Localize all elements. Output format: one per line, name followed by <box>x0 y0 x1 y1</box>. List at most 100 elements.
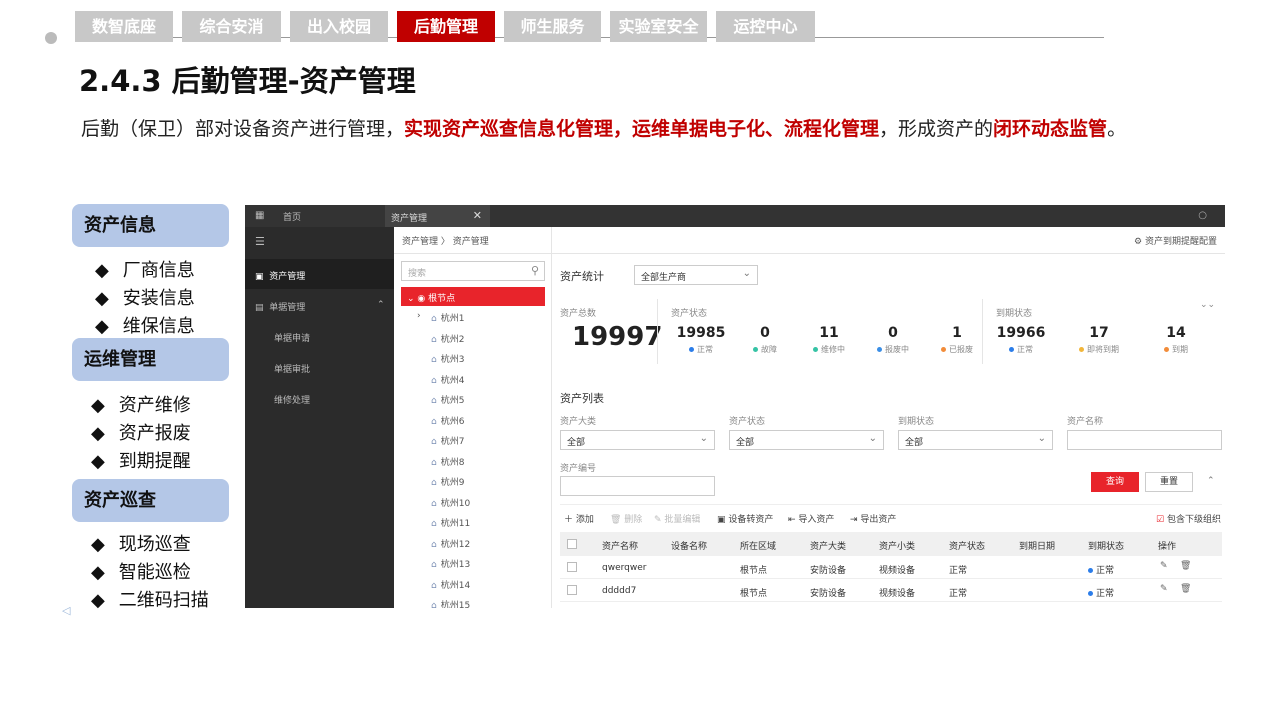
home-icon: ⌂ <box>431 375 437 386</box>
tree-node[interactable]: ⌂ 杭州15 <box>431 598 470 608</box>
tree-node[interactable]: ⌂ 杭州4 <box>431 373 464 386</box>
chevron-up-icon[interactable]: ⌃ <box>1207 476 1215 486</box>
column-header[interactable]: 资产名称 <box>602 539 638 552</box>
list-item: ◆ 维保信息 <box>95 312 195 338</box>
row-checkbox[interactable] <box>567 585 577 595</box>
expiry-config-link[interactable]: ⚙ 资产到期提醒配置 <box>1134 234 1217 247</box>
tab-shuzhi[interactable]: 数智底座 <box>75 11 173 42</box>
menu-icon[interactable]: ☰ <box>255 235 265 248</box>
tab-home[interactable]: 首页 <box>283 210 301 223</box>
table-cell: 根节点 <box>740 566 768 576</box>
asset-name-input[interactable] <box>1067 430 1222 450</box>
list-item: ◆ 安装信息 <box>95 284 195 310</box>
tool-label: 导出资产 <box>860 515 897 525</box>
category-select[interactable]: 全部 ⌄ <box>560 430 715 450</box>
tree-node[interactable]: ⌂ 杭州12 <box>431 537 470 550</box>
add-button[interactable]: ＋ 添加 <box>564 512 594 525</box>
stat-label-text: 故障 <box>761 345 777 354</box>
home-icon: ⌂ <box>431 519 437 529</box>
app-screenshot: ▦ 首页 资产管理 ✕ ○ ☰ ▣ 资产管理 ▤ 单据管理 ⌃ 单据申请 单据审批 … <box>245 205 1225 608</box>
sidebar-item-docs[interactable]: ▤ 单据管理 ⌃ <box>255 300 385 313</box>
status-dot <box>1009 347 1014 352</box>
sidebar-item-asset[interactable]: ▣ 资产管理 <box>245 259 394 289</box>
manufacturer-select[interactable]: 全部生产商 ⌄ <box>634 265 758 285</box>
include-sub-checkbox[interactable]: ☑ 包含下级组织 <box>1156 512 1221 525</box>
grid-icon[interactable]: ▦ <box>255 210 264 221</box>
status-dot <box>1088 568 1093 573</box>
tab-asset-mgmt[interactable]: 资产管理 ✕ <box>385 205 490 227</box>
column-header[interactable]: 资产小类 <box>879 539 915 552</box>
table-cell: 正常 <box>1088 586 1114 599</box>
edit-icon[interactable]: ✎ <box>1160 561 1168 571</box>
table-cell: 视频设备 <box>879 589 916 599</box>
trash-icon[interactable]: 🗑 <box>1180 561 1191 571</box>
home-icon: ⌂ <box>431 457 437 468</box>
tree-node[interactable]: ⌂ 杭州8 <box>431 455 464 468</box>
tree-node[interactable]: › ⌂ 杭州1 <box>417 311 464 324</box>
table-row[interactable]: ddddd7 根节点 安防设备 视频设备 正常 正常 ✎ 🗑 <box>560 579 1222 602</box>
column-header[interactable]: 设备名称 <box>671 539 707 552</box>
tree-node[interactable]: ⌂ 杭州9 <box>431 475 464 488</box>
reset-button[interactable]: 重置 <box>1145 472 1193 492</box>
tree-node[interactable]: ⌂ 杭州14 <box>431 578 470 591</box>
stat-value: 1 <box>952 325 962 341</box>
filter-label: 资产编号 <box>560 464 597 474</box>
row-checkbox[interactable] <box>567 562 577 572</box>
tab-houqin[interactable]: 后勤管理 <box>397 11 495 42</box>
trash-icon[interactable]: 🗑 <box>1180 584 1191 594</box>
column-header[interactable]: 操作 <box>1158 539 1176 552</box>
tab-label: 资产管理 <box>391 214 428 224</box>
batch-edit-button[interactable]: ✎ 批量编辑 <box>654 512 700 525</box>
device-to-asset-button[interactable]: ▣ 设备转资产 <box>717 512 773 525</box>
tab-zonghe[interactable]: 综合安消 <box>182 11 281 42</box>
bullet-icon: ◆ <box>91 562 105 583</box>
tree-node[interactable]: ⌂ 杭州6 <box>431 414 464 427</box>
sidebar-sub-repair[interactable]: 维修处理 <box>274 393 310 406</box>
query-button[interactable]: 查询 <box>1091 472 1139 492</box>
tree-root-node[interactable]: ⌄ ◉ 根节点 <box>401 287 545 306</box>
list-item: ◆ 二维码扫描 <box>91 586 209 612</box>
tree-node-label: 杭州15 <box>440 601 471 608</box>
bullet-icon: ◆ <box>91 534 105 555</box>
tree-node[interactable]: ⌂ 杭州7 <box>431 434 464 447</box>
table-cell: 正常 <box>1088 563 1114 576</box>
stat-item: 19985 正常 <box>671 325 731 355</box>
asset-code-input[interactable] <box>560 476 715 496</box>
list-item-label: 二维码扫描 <box>118 590 209 611</box>
table-row[interactable]: qwerqwer 根节点 安防设备 视频设备 正常 正常 ✎ 🗑 <box>560 556 1222 579</box>
tab-churu[interactable]: 出入校园 <box>290 11 388 42</box>
column-header[interactable]: 所在区域 <box>740 539 776 552</box>
column-header[interactable]: 到期状态 <box>1088 539 1124 552</box>
tree-node[interactable]: ⌂ 杭州13 <box>431 557 470 570</box>
status-dot <box>813 347 818 352</box>
tree-search-input[interactable]: 搜索 ⚲ <box>401 261 545 281</box>
tab-shiyanshi[interactable]: 实验室安全 <box>610 11 707 42</box>
search-icon[interactable]: ⚲ <box>531 264 539 277</box>
tab-shisheng[interactable]: 师生服务 <box>504 11 601 42</box>
tree-node[interactable]: ⌂ 杭州11 <box>431 516 470 529</box>
select-all-checkbox[interactable] <box>567 539 577 549</box>
tree-node[interactable]: ⌂ 杭州5 <box>431 393 464 406</box>
close-icon[interactable]: ✕ <box>473 209 482 222</box>
collapse-icon[interactable]: ⌄⌄ <box>1200 300 1215 310</box>
circle-icon[interactable]: ○ <box>1198 210 1207 221</box>
stat-label-text: 到期 <box>1172 345 1188 354</box>
home-icon: ⌂ <box>431 355 437 365</box>
tab-yunkong[interactable]: 运控中心 <box>716 11 815 42</box>
edit-icon[interactable]: ✎ <box>1160 584 1168 594</box>
status-select[interactable]: 全部 ⌄ <box>729 430 884 450</box>
delete-button[interactable]: 🗑 删除 <box>610 512 642 525</box>
tree-node[interactable]: ⌂ 杭州3 <box>431 352 464 365</box>
column-header[interactable]: 资产大类 <box>810 539 846 552</box>
status-dot <box>1079 347 1084 352</box>
column-header[interactable]: 到期日期 <box>1019 539 1055 552</box>
import-button[interactable]: ⇤ 导入资产 <box>788 512 834 525</box>
export-button[interactable]: ⇥ 导出资产 <box>850 512 896 525</box>
tree-node[interactable]: ⌂ 杭州2 <box>431 332 464 345</box>
column-header[interactable]: 资产状态 <box>949 539 985 552</box>
sidebar-sub-apply[interactable]: 单据申请 <box>274 331 310 344</box>
sidebar-sub-approve[interactable]: 单据审批 <box>274 362 310 375</box>
tree-node[interactable]: ⌂ 杭州10 <box>431 496 470 509</box>
sidebar-label: 单据管理 <box>269 303 306 313</box>
expiry-select[interactable]: 全部 ⌄ <box>898 430 1053 450</box>
